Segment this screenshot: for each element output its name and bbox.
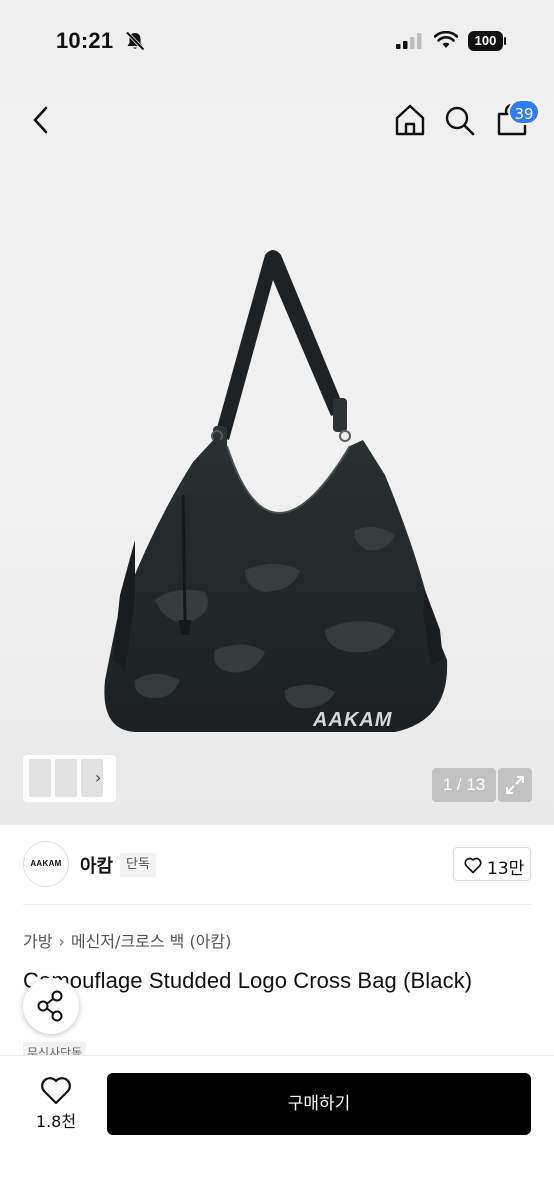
divider: [23, 904, 531, 905]
breadcrumb: 가방 › 메신저/크로스 백 (아캄): [23, 928, 231, 952]
brand-logo[interactable]: AAKAM: [23, 841, 69, 887]
product-title: Camouflage Studded Logo Cross Bag (Black…: [23, 968, 473, 993]
expand-button[interactable]: [498, 768, 532, 802]
breadcrumb-item[interactable]: 가방: [23, 932, 52, 951]
back-chevron-icon[interactable]: [24, 100, 60, 140]
brand-like-count: 13만: [487, 859, 525, 879]
share-button[interactable]: [23, 978, 79, 1034]
heart-icon[interactable]: [38, 1074, 74, 1106]
heart-icon: [464, 857, 482, 874]
wifi-icon: [434, 31, 458, 48]
expand-icon: [506, 776, 524, 794]
home-icon[interactable]: [392, 101, 428, 139]
product-image-bag: AAKAM: [104, 250, 448, 732]
chevron-right-icon[interactable]: ›: [95, 768, 101, 787]
battery-cap: [504, 37, 506, 45]
thumbnail-strip[interactable]: [23, 755, 116, 802]
image-counter: 1 / 13: [432, 768, 496, 802]
exclusive-tag: 단독: [120, 853, 156, 877]
thumbnail-1[interactable]: [29, 759, 51, 797]
battery-level: 100: [468, 31, 503, 51]
product-image-area[interactable]: 10:21 100 39 AAKAM › 1 / 13: [0, 0, 554, 825]
brand-like-button[interactable]: 13만: [453, 847, 531, 881]
chevron-right-icon: ›: [58, 932, 65, 951]
share-icon: [37, 990, 63, 1022]
status-time: 10:21: [56, 28, 114, 53]
cart-count-badge: 39: [508, 99, 540, 125]
favorite-count: 1.8천: [35, 1112, 77, 1131]
brand-name[interactable]: 아캄: [80, 852, 113, 878]
cellular-signal-icon: [396, 33, 422, 49]
battery-indicator: 100: [468, 31, 506, 51]
search-icon[interactable]: [442, 101, 478, 139]
thumbnail-2[interactable]: [55, 759, 77, 797]
bag-logo-print: AAKAM: [312, 709, 393, 731]
buy-button[interactable]: 구매하기: [107, 1073, 531, 1135]
bell-off-icon: [125, 31, 145, 51]
breadcrumb-item[interactable]: 메신저/크로스 백 (아캄): [71, 932, 232, 951]
